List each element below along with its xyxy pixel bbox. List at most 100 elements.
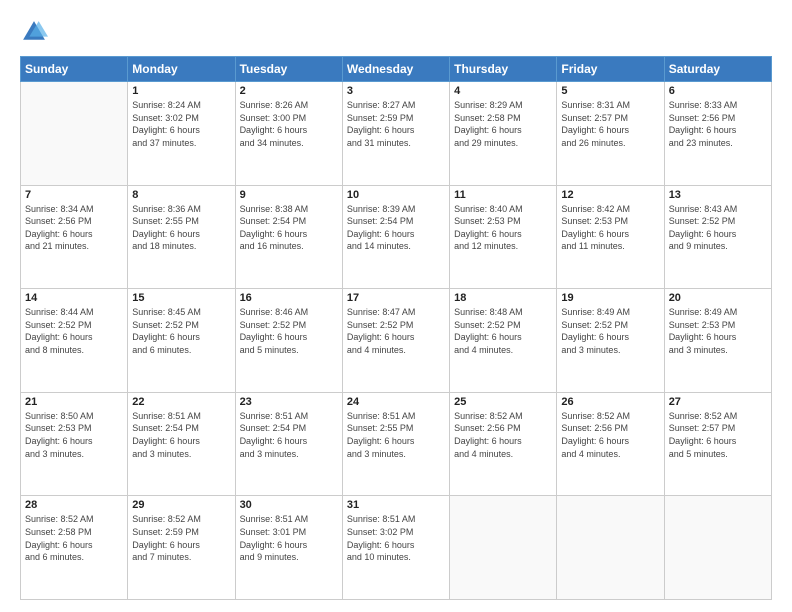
calendar-cell: 26 Sunrise: 8:52 AMSunset: 2:56 PMDayligh… <box>557 392 664 496</box>
day-number: 11 <box>454 189 552 201</box>
calendar-cell: 24 Sunrise: 8:51 AMSunset: 2:55 PMDayligh… <box>342 392 449 496</box>
calendar-cell: 23 Sunrise: 8:51 AMSunset: 2:54 PMDayligh… <box>235 392 342 496</box>
day-detail: Sunrise: 8:43 AMSunset: 2:52 PMDaylight:… <box>669 203 767 253</box>
day-detail: Sunrise: 8:31 AMSunset: 2:57 PMDaylight:… <box>561 99 659 149</box>
day-detail: Sunrise: 8:44 AMSunset: 2:52 PMDaylight:… <box>25 306 123 356</box>
day-detail: Sunrise: 8:45 AMSunset: 2:52 PMDaylight:… <box>132 306 230 356</box>
day-number: 26 <box>561 396 659 408</box>
day-number: 3 <box>347 85 445 97</box>
day-detail: Sunrise: 8:36 AMSunset: 2:55 PMDaylight:… <box>132 203 230 253</box>
calendar-cell: 6 Sunrise: 8:33 AMSunset: 2:56 PMDaylight… <box>664 82 771 186</box>
day-number: 17 <box>347 292 445 304</box>
calendar-cell: 10Sunrise: 8:39 AMSunset: 2:54 PMDayligh… <box>342 185 449 289</box>
day-number: 13 <box>669 189 767 201</box>
calendar-cell: 25 Sunrise: 8:52 AMSunset: 2:56 PMDayligh… <box>450 392 557 496</box>
day-number: 22 <box>132 396 230 408</box>
calendar-cell: 9Sunrise: 8:38 AMSunset: 2:54 PMDaylight… <box>235 185 342 289</box>
page: SundayMondayTuesdayWednesdayThursdayFrid… <box>0 0 792 612</box>
header-row: SundayMondayTuesdayWednesdayThursdayFrid… <box>21 57 772 82</box>
calendar-cell: 17 Sunrise: 8:47 AMSunset: 2:52 PMDayligh… <box>342 289 449 393</box>
day-detail: Sunrise: 8:33 AMSunset: 2:56 PMDaylight:… <box>669 99 767 149</box>
calendar-cell <box>21 82 128 186</box>
day-number: 28 <box>25 499 123 511</box>
day-detail: Sunrise: 8:51 AMSunset: 2:54 PMDaylight:… <box>240 410 338 460</box>
calendar-cell: 28 Sunrise: 8:52 AMSunset: 2:58 PMDayligh… <box>21 496 128 600</box>
calendar-week: 14 Sunrise: 8:44 AMSunset: 2:52 PMDayligh… <box>21 289 772 393</box>
day-detail: Sunrise: 8:52 AMSunset: 2:56 PMDaylight:… <box>454 410 552 460</box>
day-number: 14 <box>25 292 123 304</box>
day-detail: Sunrise: 8:51 AMSunset: 2:54 PMDaylight:… <box>132 410 230 460</box>
day-detail: Sunrise: 8:24 AMSunset: 3:02 PMDaylight:… <box>132 99 230 149</box>
day-detail: Sunrise: 8:52 AMSunset: 2:56 PMDaylight:… <box>561 410 659 460</box>
calendar-cell: 15 Sunrise: 8:45 AMSunset: 2:52 PMDayligh… <box>128 289 235 393</box>
day-detail: Sunrise: 8:49 AMSunset: 2:52 PMDaylight:… <box>561 306 659 356</box>
calendar-cell: 16Sunrise: 8:46 AMSunset: 2:52 PMDayligh… <box>235 289 342 393</box>
weekday-header: Thursday <box>450 57 557 82</box>
logo <box>20 18 52 46</box>
day-detail: Sunrise: 8:27 AMSunset: 2:59 PMDaylight:… <box>347 99 445 149</box>
calendar-cell: 3 Sunrise: 8:27 AMSunset: 2:59 PMDaylight… <box>342 82 449 186</box>
calendar-cell: 7 Sunrise: 8:34 AMSunset: 2:56 PMDaylight… <box>21 185 128 289</box>
day-detail: Sunrise: 8:48 AMSunset: 2:52 PMDaylight:… <box>454 306 552 356</box>
day-number: 18 <box>454 292 552 304</box>
day-detail: Sunrise: 8:47 AMSunset: 2:52 PMDaylight:… <box>347 306 445 356</box>
header <box>20 18 772 46</box>
calendar-header: SundayMondayTuesdayWednesdayThursdayFrid… <box>21 57 772 82</box>
calendar-cell: 2 Sunrise: 8:26 AMSunset: 3:00 PMDaylight… <box>235 82 342 186</box>
calendar-cell: 19Sunrise: 8:49 AMSunset: 2:52 PMDayligh… <box>557 289 664 393</box>
day-detail: Sunrise: 8:52 AMSunset: 2:57 PMDaylight:… <box>669 410 767 460</box>
day-number: 31 <box>347 499 445 511</box>
calendar-cell: 22 Sunrise: 8:51 AMSunset: 2:54 PMDayligh… <box>128 392 235 496</box>
calendar-body: 1 Sunrise: 8:24 AMSunset: 3:02 PMDaylight… <box>21 82 772 600</box>
calendar-cell: 1 Sunrise: 8:24 AMSunset: 3:02 PMDaylight… <box>128 82 235 186</box>
day-number: 2 <box>240 85 338 97</box>
calendar-cell: 4Sunrise: 8:29 AMSunset: 2:58 PMDaylight… <box>450 82 557 186</box>
day-number: 5 <box>561 85 659 97</box>
calendar-cell <box>664 496 771 600</box>
day-number: 30 <box>240 499 338 511</box>
weekday-header: Friday <box>557 57 664 82</box>
day-number: 15 <box>132 292 230 304</box>
calendar-cell: 11 Sunrise: 8:40 AMSunset: 2:53 PMDayligh… <box>450 185 557 289</box>
calendar-cell: 18 Sunrise: 8:48 AMSunset: 2:52 PMDayligh… <box>450 289 557 393</box>
day-number: 8 <box>132 189 230 201</box>
day-detail: Sunrise: 8:51 AMSunset: 2:55 PMDaylight:… <box>347 410 445 460</box>
calendar-week: 28 Sunrise: 8:52 AMSunset: 2:58 PMDayligh… <box>21 496 772 600</box>
calendar-week: 21Sunrise: 8:50 AMSunset: 2:53 PMDayligh… <box>21 392 772 496</box>
calendar-cell: 20 Sunrise: 8:49 AMSunset: 2:53 PMDayligh… <box>664 289 771 393</box>
day-detail: Sunrise: 8:51 AMSunset: 3:02 PMDaylight:… <box>347 513 445 563</box>
day-number: 29 <box>132 499 230 511</box>
calendar-week: 7 Sunrise: 8:34 AMSunset: 2:56 PMDaylight… <box>21 185 772 289</box>
day-detail: Sunrise: 8:50 AMSunset: 2:53 PMDaylight:… <box>25 410 123 460</box>
weekday-header: Tuesday <box>235 57 342 82</box>
day-detail: Sunrise: 8:40 AMSunset: 2:53 PMDaylight:… <box>454 203 552 253</box>
day-number: 20 <box>669 292 767 304</box>
day-number: 27 <box>669 396 767 408</box>
day-detail: Sunrise: 8:49 AMSunset: 2:53 PMDaylight:… <box>669 306 767 356</box>
day-detail: Sunrise: 8:34 AMSunset: 2:56 PMDaylight:… <box>25 203 123 253</box>
day-detail: Sunrise: 8:26 AMSunset: 3:00 PMDaylight:… <box>240 99 338 149</box>
day-detail: Sunrise: 8:42 AMSunset: 2:53 PMDaylight:… <box>561 203 659 253</box>
day-detail: Sunrise: 8:29 AMSunset: 2:58 PMDaylight:… <box>454 99 552 149</box>
calendar-cell: 8 Sunrise: 8:36 AMSunset: 2:55 PMDaylight… <box>128 185 235 289</box>
day-number: 24 <box>347 396 445 408</box>
day-number: 6 <box>669 85 767 97</box>
calendar-cell: 29 Sunrise: 8:52 AMSunset: 2:59 PMDayligh… <box>128 496 235 600</box>
day-detail: Sunrise: 8:52 AMSunset: 2:58 PMDaylight:… <box>25 513 123 563</box>
day-detail: Sunrise: 8:38 AMSunset: 2:54 PMDaylight:… <box>240 203 338 253</box>
calendar-cell: 12 Sunrise: 8:42 AMSunset: 2:53 PMDayligh… <box>557 185 664 289</box>
calendar-table: SundayMondayTuesdayWednesdayThursdayFrid… <box>20 56 772 600</box>
calendar-week: 1 Sunrise: 8:24 AMSunset: 3:02 PMDaylight… <box>21 82 772 186</box>
calendar-cell: 31 Sunrise: 8:51 AMSunset: 3:02 PMDayligh… <box>342 496 449 600</box>
day-number: 23 <box>240 396 338 408</box>
day-number: 12 <box>561 189 659 201</box>
day-number: 7 <box>25 189 123 201</box>
calendar-cell: 27 Sunrise: 8:52 AMSunset: 2:57 PMDayligh… <box>664 392 771 496</box>
day-detail: Sunrise: 8:52 AMSunset: 2:59 PMDaylight:… <box>132 513 230 563</box>
calendar-cell: 5 Sunrise: 8:31 AMSunset: 2:57 PMDaylight… <box>557 82 664 186</box>
day-detail: Sunrise: 8:46 AMSunset: 2:52 PMDaylight:… <box>240 306 338 356</box>
calendar-cell <box>557 496 664 600</box>
day-number: 25 <box>454 396 552 408</box>
weekday-header: Sunday <box>21 57 128 82</box>
day-number: 1 <box>132 85 230 97</box>
